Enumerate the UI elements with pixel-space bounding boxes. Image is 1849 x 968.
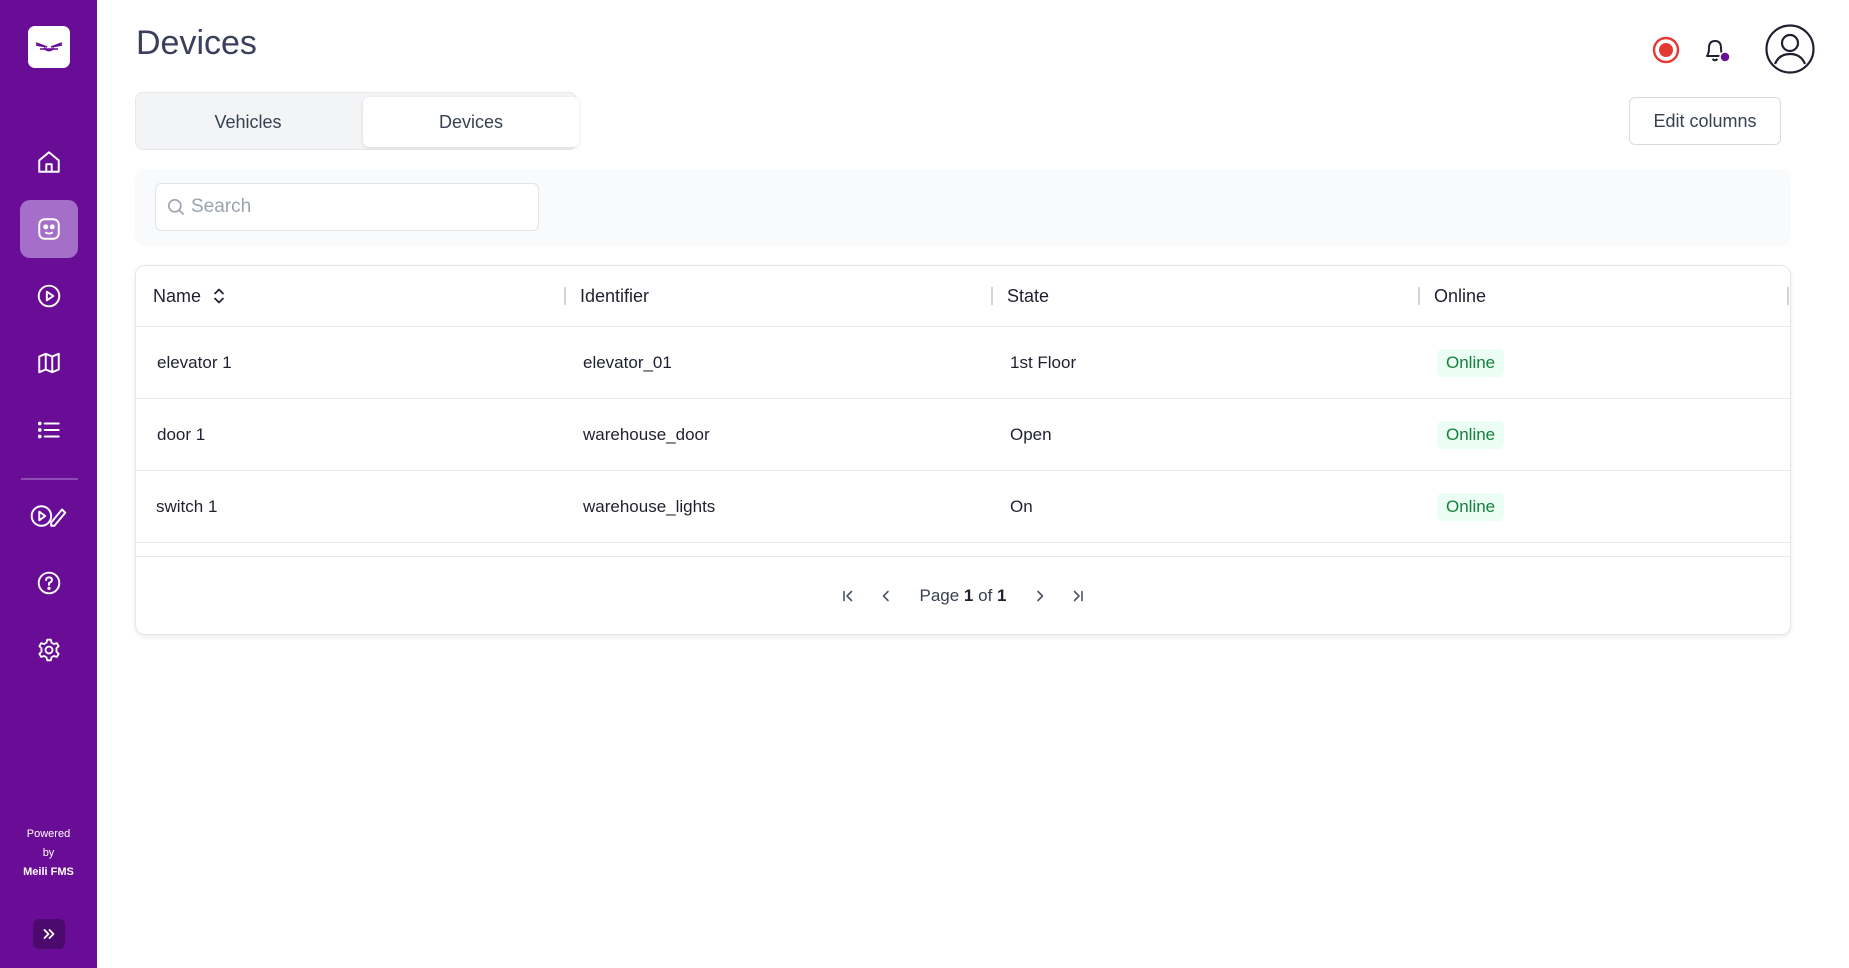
table-row[interactable]: elevator 1 elevator_01 1st Floor Online bbox=[136, 327, 1790, 399]
sidebar-item-list[interactable] bbox=[20, 401, 78, 459]
powered-line-1: Powered bbox=[26, 828, 71, 840]
prev-page-button[interactable] bbox=[872, 582, 900, 610]
sidebar-item-missions[interactable] bbox=[20, 267, 78, 325]
chevron-left-icon bbox=[883, 590, 890, 601]
tab-vehicles[interactable]: Vehicles bbox=[140, 97, 356, 147]
column-resizer[interactable] bbox=[1418, 287, 1420, 305]
list-icon bbox=[37, 421, 60, 439]
powered-brand: Meili FMS bbox=[23, 866, 74, 878]
bell-icon bbox=[1706, 40, 1731, 63]
gear-icon bbox=[38, 638, 60, 662]
user-menu-button[interactable] bbox=[1764, 23, 1816, 75]
sidebar-item-help[interactable] bbox=[20, 554, 78, 612]
search-input[interactable] bbox=[191, 196, 521, 218]
page-title: Devices bbox=[136, 24, 257, 62]
table-row[interactable]: door 1 warehouse_door Open Online bbox=[136, 399, 1790, 471]
drone-logo-icon bbox=[35, 42, 63, 52]
status-badge: Online bbox=[1437, 421, 1505, 449]
sidebar-item-map[interactable] bbox=[20, 334, 78, 392]
column-resizer[interactable] bbox=[1787, 287, 1789, 305]
edit-columns-button[interactable]: Edit columns bbox=[1629, 97, 1781, 145]
devices-table: Name Identifier State Online elevator 1 … bbox=[135, 265, 1791, 635]
cell-identifier: warehouse_door bbox=[583, 425, 710, 444]
page-label: Page bbox=[919, 585, 960, 605]
column-header-identifier[interactable]: Identifier bbox=[580, 266, 649, 326]
powered-by: Powered by Meili FMS bbox=[0, 825, 97, 882]
next-page-button[interactable] bbox=[1026, 582, 1054, 610]
table-header: Name Identifier State Online bbox=[136, 266, 1790, 327]
sidebar-item-settings[interactable] bbox=[20, 621, 78, 679]
column-header-name-label: Name bbox=[153, 285, 202, 306]
cell-state: On bbox=[1010, 497, 1033, 516]
first-page-button[interactable] bbox=[834, 582, 862, 610]
help-circle-icon bbox=[37, 571, 61, 595]
cell-name: elevator 1 bbox=[157, 353, 232, 372]
cell-state: Open bbox=[1010, 425, 1052, 444]
table-row[interactable]: switch 1 warehouse_lights On Online bbox=[136, 471, 1790, 543]
first-page-icon bbox=[843, 590, 853, 601]
column-header-state[interactable]: State bbox=[1007, 266, 1049, 326]
sidebar-item-editor[interactable] bbox=[20, 487, 78, 545]
expand-sidebar-button[interactable] bbox=[33, 919, 65, 949]
cell-identifier: warehouse_lights bbox=[583, 497, 716, 516]
status-badge: Online bbox=[1437, 493, 1505, 521]
page-indicator: Page 1 of 1 bbox=[919, 586, 1006, 606]
app-logo[interactable] bbox=[28, 26, 70, 68]
of-label: of bbox=[978, 585, 993, 605]
last-page-button[interactable] bbox=[1064, 582, 1092, 610]
sidebar-item-home[interactable] bbox=[20, 133, 78, 191]
sort-icon[interactable] bbox=[213, 287, 225, 305]
cell-name: switch 1 bbox=[156, 497, 218, 516]
map-icon bbox=[38, 352, 60, 374]
column-header-online[interactable]: Online bbox=[1434, 266, 1486, 326]
last-page-icon bbox=[1073, 590, 1083, 601]
play-circle-icon bbox=[37, 284, 61, 308]
chevrons-right-icon bbox=[43, 929, 55, 939]
chevron-right-icon bbox=[1036, 590, 1043, 601]
record-button[interactable] bbox=[1651, 35, 1681, 65]
pagination: Page 1 of 1 bbox=[136, 556, 1790, 634]
current-page: 1 bbox=[963, 585, 974, 605]
view-tabs: Vehicles Devices bbox=[135, 92, 579, 150]
column-header-name[interactable]: Name bbox=[153, 266, 225, 326]
powered-line-2: by bbox=[42, 847, 55, 859]
user-avatar-icon bbox=[1765, 24, 1815, 74]
tab-devices[interactable]: Devices bbox=[363, 97, 579, 147]
record-icon bbox=[1652, 36, 1680, 64]
total-pages: 1 bbox=[997, 585, 1007, 605]
sidebar-divider bbox=[21, 478, 78, 480]
cell-state: 1st Floor bbox=[1010, 353, 1077, 372]
cell-identifier: elevator_01 bbox=[583, 353, 672, 372]
cell-name: door 1 bbox=[157, 425, 206, 444]
sidebar-item-devices[interactable] bbox=[20, 200, 78, 258]
column-resizer[interactable] bbox=[991, 287, 993, 305]
search-box[interactable] bbox=[155, 183, 539, 231]
column-resizer[interactable] bbox=[564, 287, 566, 305]
play-edit-icon bbox=[30, 505, 67, 527]
notifications-button[interactable] bbox=[1699, 33, 1733, 67]
sidebar: Powered by Meili FMS bbox=[0, 0, 97, 968]
search-icon bbox=[167, 198, 184, 215]
robot-face-icon bbox=[38, 218, 60, 240]
status-badge: Online bbox=[1437, 349, 1505, 377]
home-icon bbox=[38, 151, 60, 173]
